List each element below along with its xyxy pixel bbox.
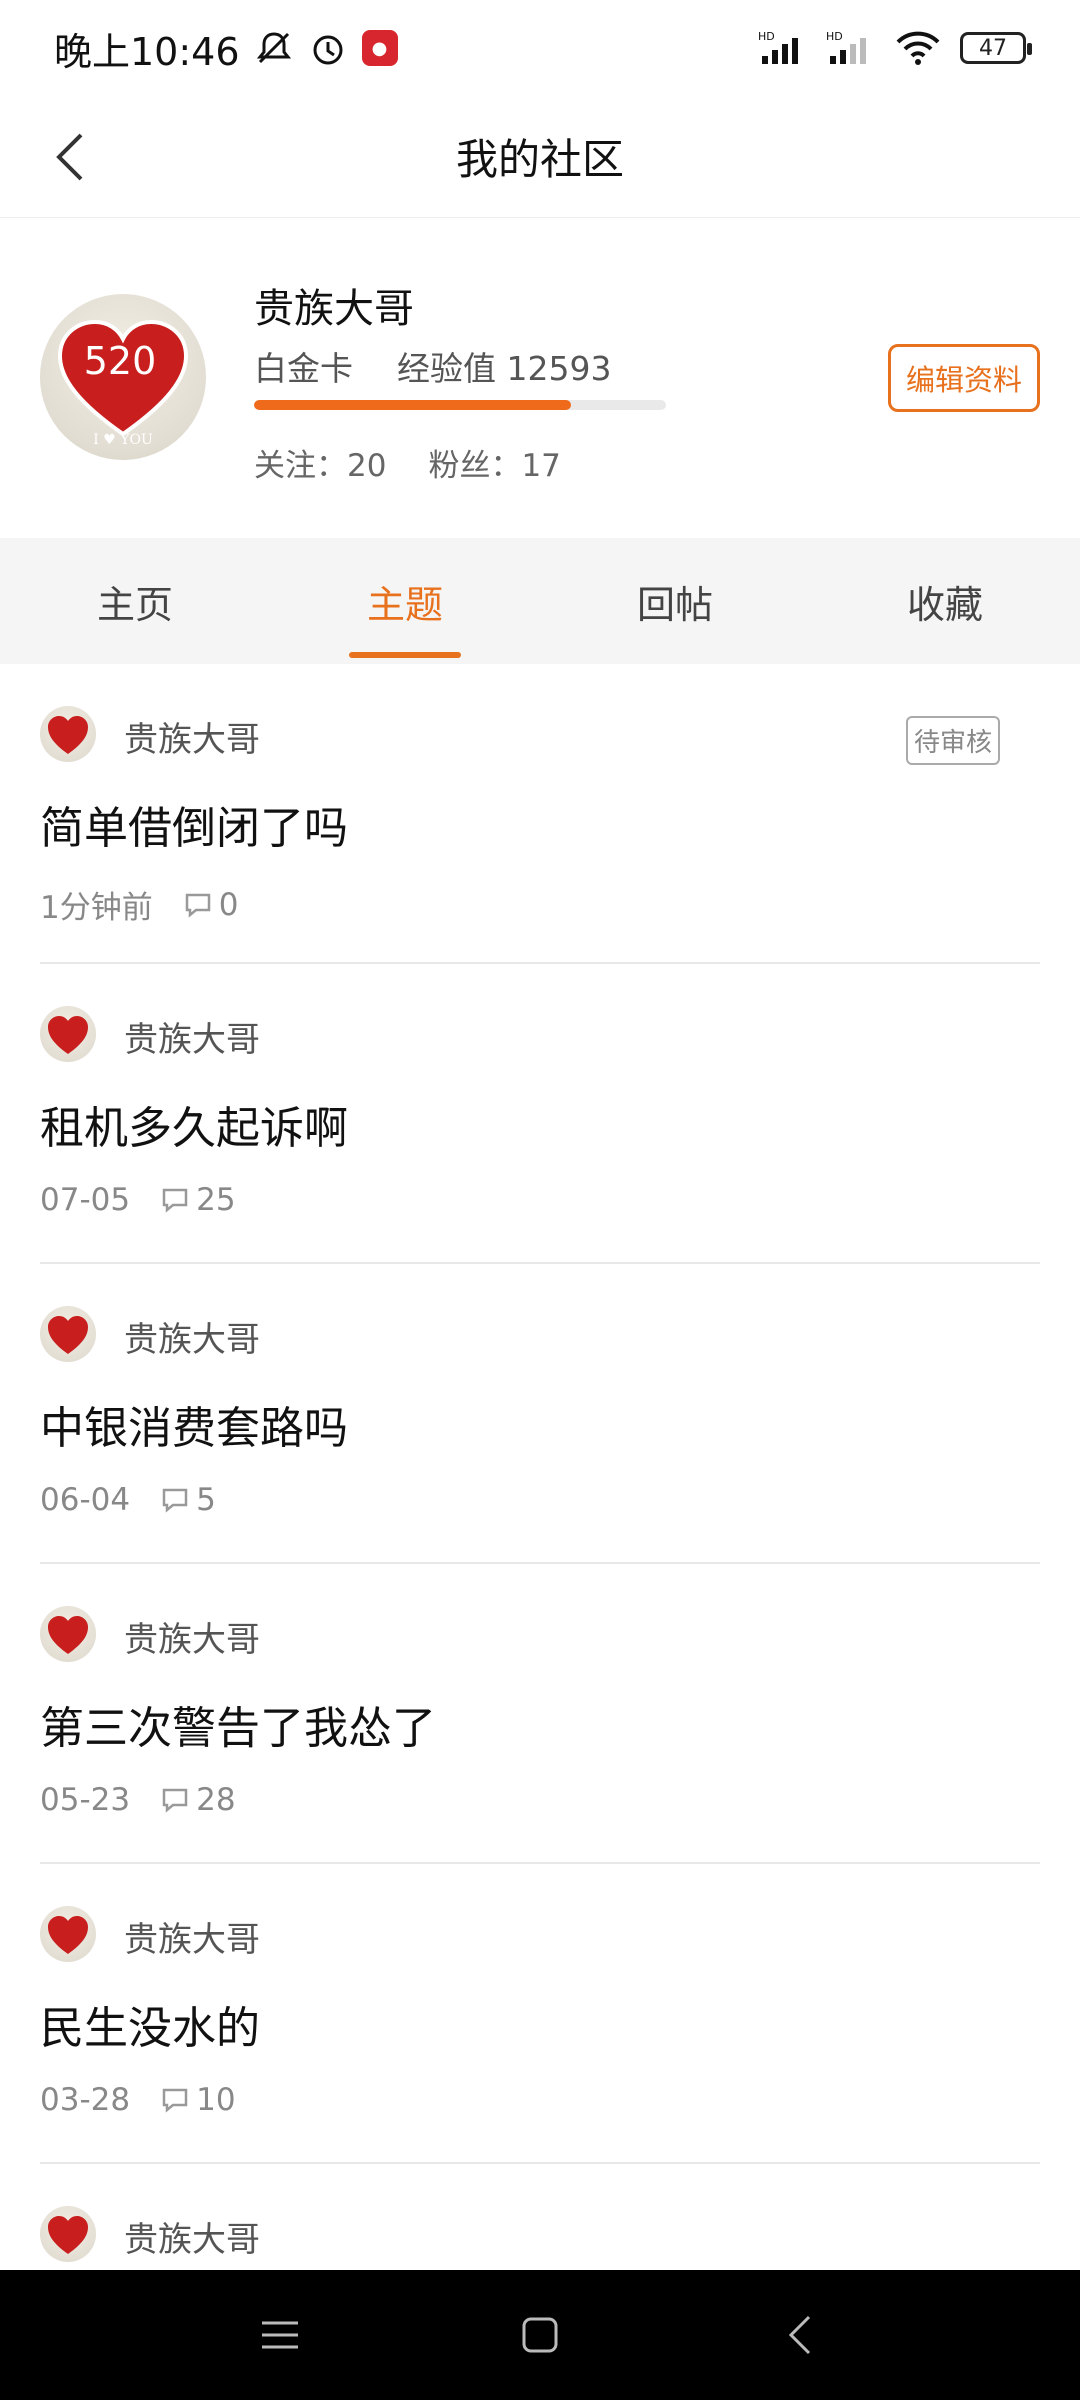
signal-icon-2: HD [826, 28, 876, 68]
profile-section: 520 I ♥ YOU 贵族大哥 白金卡 经验值 12593 关注：20 粉丝：… [0, 218, 1080, 538]
mute-icon [254, 28, 294, 68]
post-title: 租机多久起诉啊 [40, 1103, 348, 1154]
tab-favorites[interactable]: 收藏 [810, 538, 1080, 664]
tab-home[interactable]: 主页 [0, 538, 270, 664]
post-list: 贵族大哥 待审核 简单借倒闭了吗 1分钟前 0 贵族大哥 租机多久起诉啊 07-… [0, 664, 1080, 2270]
back-triangle-icon [788, 2315, 811, 2355]
tab-topics[interactable]: 主题 [270, 538, 540, 664]
experience-progress-fill [254, 400, 572, 410]
post-author-avatar[interactable] [40, 1306, 96, 1362]
battery-icon: 47 [960, 32, 1032, 64]
post-author-avatar[interactable] [40, 1006, 96, 1062]
status-time: 晚上10:46 [54, 29, 240, 74]
post-time: 06-04 [40, 1482, 131, 1518]
post-author: 贵族大哥 [124, 720, 260, 760]
post-time: 03-28 [40, 2082, 131, 2118]
profile-name: 贵族大哥 [254, 286, 414, 332]
post-author-avatar[interactable] [40, 706, 96, 762]
comment-icon [162, 2088, 188, 2113]
comment-count: 10 [196, 2082, 236, 2118]
post-item[interactable]: 贵族大哥 租机多久起诉啊 07-05 25 [40, 964, 1040, 1264]
post-title: 第三次警告了我怂了 [40, 1703, 436, 1754]
menu-icon [262, 2321, 298, 2349]
post-author: 贵族大哥 [124, 1620, 260, 1660]
post-author-avatar[interactable] [40, 1906, 96, 1962]
following-count[interactable]: 关注：20 [254, 440, 386, 485]
page-title: 我的社区 [455, 135, 624, 184]
tab-active-indicator [349, 652, 461, 658]
hd-label-2: HD [826, 30, 843, 43]
post-title: 简单借倒闭了吗 [40, 803, 348, 854]
comment-icon [185, 893, 210, 918]
avatar[interactable]: 520 I ♥ YOU [40, 294, 206, 460]
post-time: 05-23 [40, 1782, 131, 1818]
post-author: 贵族大哥 [124, 1320, 260, 1360]
post-author-avatar[interactable] [40, 2206, 96, 2262]
post-title: 民生没水的 [40, 2003, 260, 2054]
comment-icon [162, 1788, 188, 1813]
experience-progress-bar [254, 400, 666, 410]
tab-bar: 主页 主题 回帖 收藏 [0, 538, 1080, 664]
header: 我的社区 [0, 96, 1080, 218]
system-back-button[interactable] [770, 2305, 830, 2365]
post-item[interactable]: 贵族大哥 待审核 简单借倒闭了吗 1分钟前 0 [40, 664, 1040, 964]
post-author-avatar[interactable] [40, 1606, 96, 1662]
wifi-icon [894, 28, 942, 68]
pending-review-badge: 待审核 [905, 716, 1000, 765]
experience-value: 经验值 12593 [397, 349, 612, 388]
alarm-icon [308, 28, 348, 68]
member-level: 白金卡 [254, 349, 353, 388]
back-button[interactable] [36, 122, 106, 192]
tab-replies[interactable]: 回帖 [540, 538, 810, 664]
comment-icon [162, 1188, 188, 1213]
post-item[interactable]: 贵族大哥 第三次警告了我怂了 05-23 28 [40, 1564, 1040, 1864]
menu-button[interactable] [250, 2305, 310, 2365]
app-notification-icon: ● [361, 30, 398, 66]
post-author: 贵族大哥 [124, 1020, 260, 1060]
home-square-icon [522, 2317, 558, 2353]
followers-count[interactable]: 粉丝：17 [428, 440, 560, 485]
avatar-text: 520 [84, 339, 157, 383]
comment-count: 5 [196, 1482, 216, 1518]
comment-count: 28 [196, 1782, 236, 1818]
signal-icon-1: HD [758, 28, 808, 68]
status-bar: 晚上10:46 ● HD HD 47 [0, 0, 1080, 96]
post-item[interactable]: 贵族大哥 [40, 2164, 1040, 2270]
comment-icon [162, 1488, 188, 1513]
post-author: 贵族大哥 [124, 2220, 260, 2260]
post-time: 07-05 [40, 1182, 131, 1218]
hd-label-1: HD [758, 30, 775, 43]
comment-count: 25 [196, 1182, 236, 1218]
chevron-left-icon [56, 133, 83, 181]
post-author: 贵族大哥 [124, 1920, 260, 1960]
home-button[interactable] [510, 2305, 570, 2365]
post-item[interactable]: 贵族大哥 中银消费套路吗 06-04 5 [40, 1264, 1040, 1564]
post-title: 中银消费套路吗 [40, 1403, 348, 1454]
post-time: 1分钟前 [40, 890, 153, 926]
avatar-subtext: I ♥ YOU [93, 432, 153, 448]
edit-profile-button[interactable]: 编辑资料 [888, 344, 1040, 412]
post-item[interactable]: 贵族大哥 民生没水的 03-28 10 [40, 1864, 1040, 2164]
comment-count: 0 [218, 886, 239, 923]
system-nav-bar [0, 2270, 1080, 2400]
